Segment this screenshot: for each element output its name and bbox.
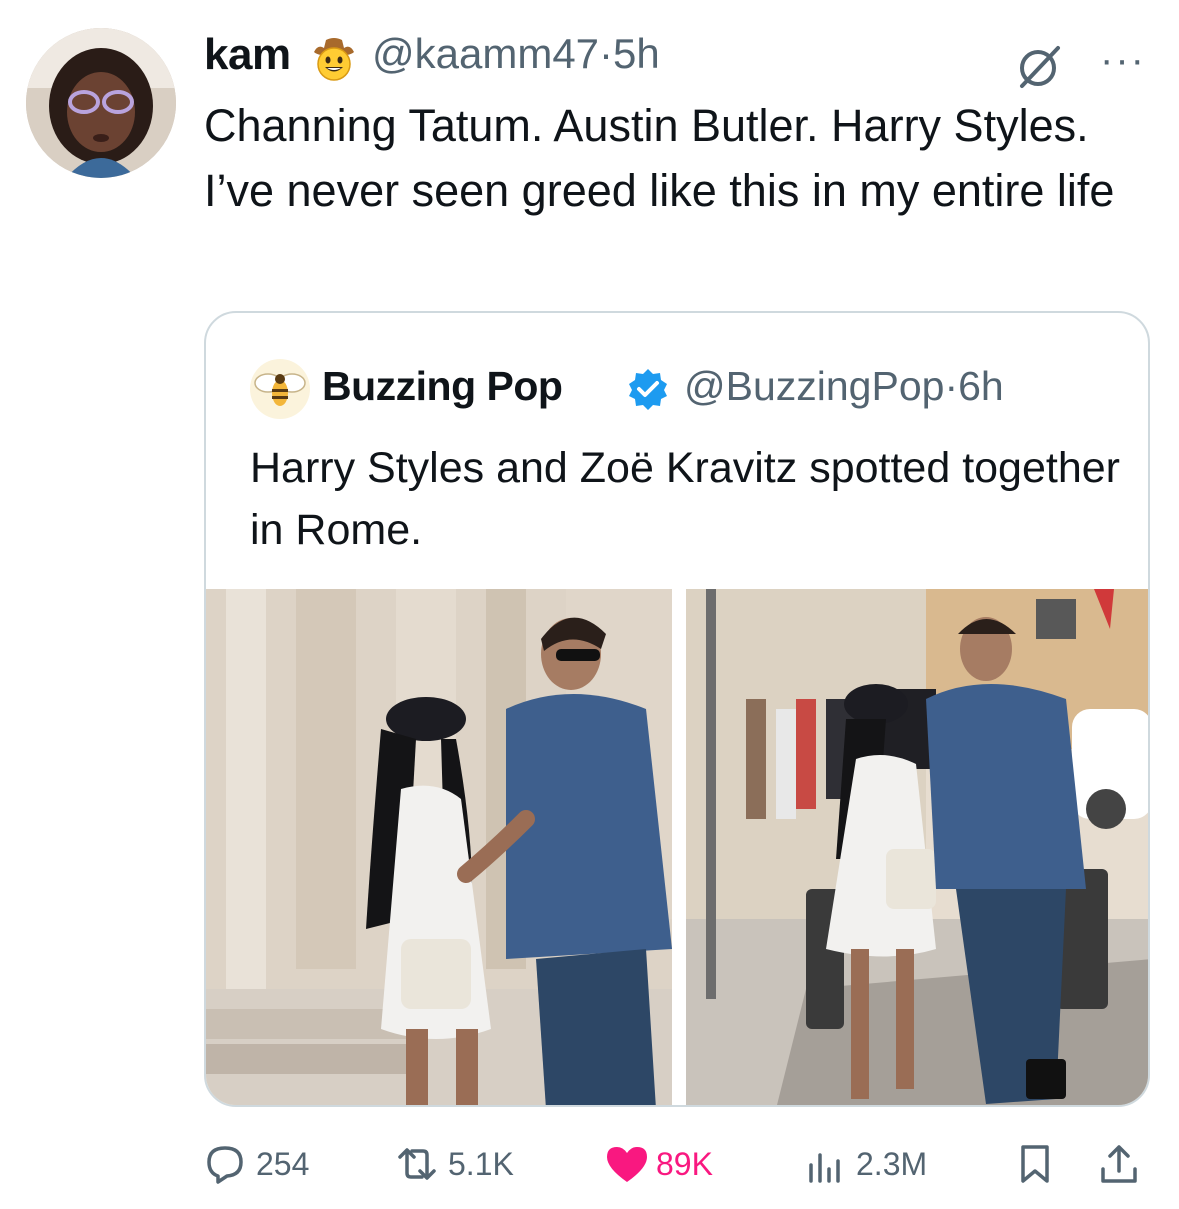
verified-badge-icon xyxy=(626,367,670,411)
share-icon xyxy=(1098,1143,1140,1185)
tweet-text: Channing Tatum. Austin Butler. Harry Sty… xyxy=(204,100,1115,216)
reply-button[interactable]: 254 xyxy=(204,1140,309,1188)
author-name[interactable]: kam xyxy=(204,30,291,80)
quoted-tweet-text: Harry Styles and Zoë Kravitz spotted tog… xyxy=(250,444,1120,554)
reply-count: 254 xyxy=(256,1145,310,1182)
author-avatar[interactable] xyxy=(26,28,176,178)
view-count: 2.3M xyxy=(856,1145,928,1182)
photo-2[interactable] xyxy=(686,589,1148,1105)
media-grid xyxy=(206,589,1148,1105)
views-button[interactable]: 2.3M xyxy=(804,1140,927,1188)
bookmark-icon xyxy=(1014,1143,1056,1185)
quoted-author-name[interactable]: Buzzing Pop xyxy=(322,363,563,410)
heart-icon xyxy=(604,1143,647,1185)
like-count: 89K xyxy=(656,1145,713,1182)
quoted-handle-time[interactable]: @BuzzingPop·6h xyxy=(684,363,1004,410)
cowboy-face-emoji-icon xyxy=(310,34,358,82)
like-button[interactable]: 89K xyxy=(604,1140,713,1188)
analytics-icon xyxy=(804,1143,846,1185)
author-handle-time[interactable]: @kaamm47·5h xyxy=(372,30,660,78)
more-options-button[interactable]: ··· xyxy=(1100,38,1146,83)
action-bar: 254 5.1K 89K 2.3M xyxy=(204,1140,1150,1188)
buzzing-pop-avatar[interactable] xyxy=(250,359,310,419)
retweet-button[interactable]: 5.1K xyxy=(396,1140,514,1188)
bookmark-button[interactable] xyxy=(1014,1140,1056,1188)
reply-icon xyxy=(204,1143,246,1185)
share-button[interactable] xyxy=(1098,1140,1140,1188)
retweet-count: 5.1K xyxy=(448,1145,514,1182)
grok-icon[interactable] xyxy=(1014,40,1066,92)
photo-1[interactable] xyxy=(206,589,672,1105)
tweet-header: kam @kaamm47·5h ··· xyxy=(204,30,1159,90)
retweet-icon xyxy=(396,1143,438,1185)
quoted-tweet-card[interactable]: Buzzing Pop @BuzzingPop·6h Harry Styles … xyxy=(204,311,1150,1107)
